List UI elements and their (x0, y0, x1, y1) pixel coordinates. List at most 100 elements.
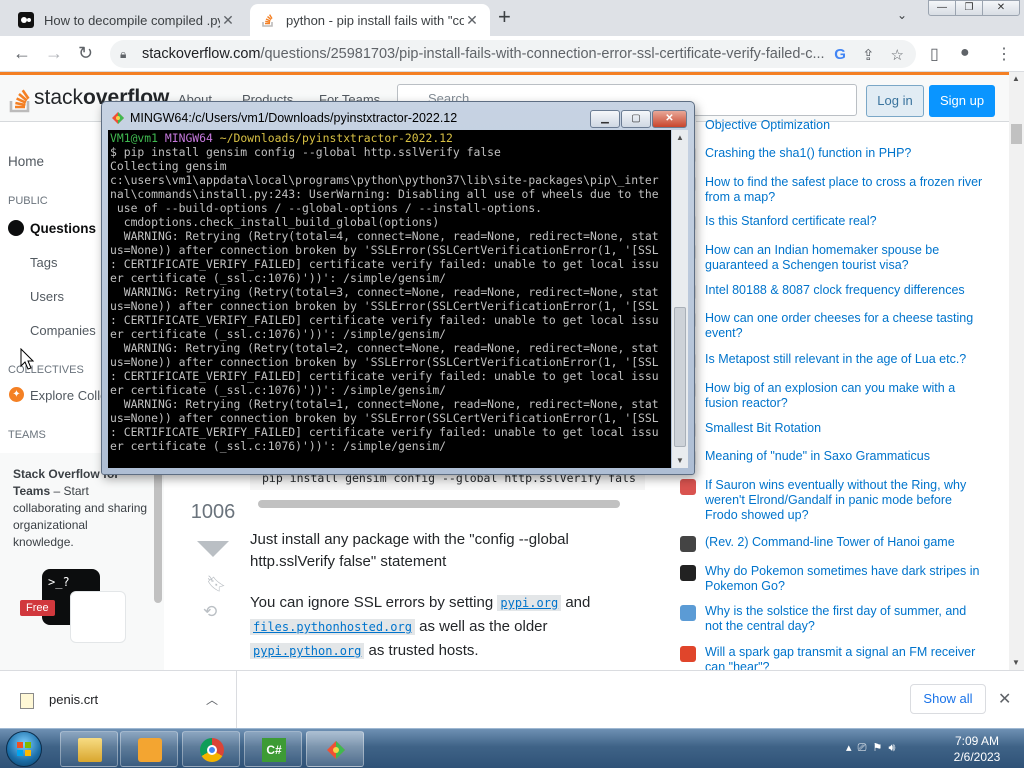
hot-question-item[interactable]: How to find the safest place to cross a … (680, 175, 1000, 209)
hot-question-link[interactable]: How can one order cheeses for a cheese t… (705, 311, 985, 341)
taskbar-git-bash[interactable] (306, 731, 364, 767)
scroll-up-arrow-icon[interactable]: ▲ (676, 133, 684, 142)
window-maximize-button[interactable]: ❐ (955, 0, 983, 16)
share-icon[interactable]: ⇪ (862, 46, 875, 64)
hot-question-link[interactable]: Crashing the sha1() function in PHP? (705, 146, 985, 161)
close-downloads-icon[interactable]: ✕ (998, 689, 1011, 709)
sidebar-item-questions[interactable]: Questions (30, 221, 96, 236)
taskbar-media-player[interactable] (120, 731, 178, 767)
tray-icons[interactable]: ▴ ⎚ ⚑ 🔊︎ (846, 741, 895, 755)
tab-close-icon[interactable]: ✕ (220, 12, 236, 29)
hot-question-link[interactable]: Is Metapost still relevant in the age of… (705, 352, 985, 367)
hot-question-link[interactable]: (Rev. 2) Command-line Tower of Hanoi gam… (705, 535, 985, 550)
hot-question-item[interactable]: Will a spark gap transmit a signal an FM… (680, 645, 1000, 670)
downvote-button[interactable] (197, 541, 229, 557)
windows-taskbar: C# ▴ ⎚ ⚑ 🔊︎ 7:09 AM 2/6/2023 (0, 728, 1024, 768)
tab-close-icon[interactable]: ✕ (464, 12, 480, 29)
scroll-down-arrow-icon[interactable]: ▼ (1012, 658, 1020, 667)
login-button[interactable]: Log in (866, 85, 924, 117)
scroll-down-arrow-icon[interactable]: ▼ (676, 456, 684, 465)
back-button[interactable]: ← (13, 43, 31, 64)
mouse-cursor-icon (20, 348, 34, 370)
tab-favicon-icon (18, 12, 34, 28)
history-icon[interactable]: ⟲ (203, 602, 217, 622)
sidebar-item-explore-collectives[interactable]: Explore Colle (30, 388, 107, 403)
window-minimize-button[interactable]: — (928, 0, 956, 16)
taskbar-csharp-app[interactable]: C# (244, 731, 302, 767)
scrollbar-thumb[interactable] (1011, 124, 1022, 144)
sidebar-item-companies[interactable]: Companies (30, 323, 96, 338)
taskbar-chrome[interactable] (182, 731, 240, 767)
hot-network-questions: Objective Optimization Crashing the sha1(… (680, 118, 1000, 670)
side-panel-icon[interactable]: ▯ (930, 44, 939, 64)
site-icon (680, 646, 696, 662)
hot-question-link[interactable]: Intel 80188 & 8087 clock frequency diffe… (705, 283, 985, 298)
free-badge: Free (20, 600, 55, 616)
hot-question-link[interactable]: How to find the safest place to cross a … (705, 175, 985, 205)
hot-question-item[interactable]: Is this Stanford certificate real? (680, 214, 1000, 233)
system-clock[interactable]: 7:09 AM 2/6/2023 (940, 733, 1014, 765)
new-tab-button[interactable]: + (498, 6, 511, 28)
terminal-maximize-button[interactable]: ▢ (621, 110, 651, 128)
hot-question-link[interactable]: How can an Indian homemaker spouse be gu… (705, 243, 985, 273)
hot-question-item[interactable]: How can an Indian homemaker spouse be gu… (680, 243, 1000, 277)
terminal-scrollbar[interactable]: ▲ ▼ (672, 130, 688, 468)
mingw64-terminal-window[interactable]: MINGW64:/c/Users/vm1/Downloads/pyinstxtr… (101, 101, 695, 475)
hot-question-link[interactable]: Why is the solstice the first day of sum… (705, 604, 985, 634)
hot-question-item[interactable]: Crashing the sha1() function in PHP? (680, 146, 1000, 165)
sidebar-item-home[interactable]: Home (8, 154, 44, 169)
hot-question-item[interactable]: Is Metapost still relevant in the age of… (680, 352, 1000, 371)
chevron-up-icon[interactable]: ︿ (206, 691, 218, 708)
address-bar[interactable]: 🔒︎ stackoverflow.com /questions/25981703… (110, 40, 916, 68)
hot-question-item[interactable]: (Rev. 2) Command-line Tower of Hanoi gam… (680, 535, 1000, 554)
tab-pip-install[interactable]: python - pip install fails with "co ✕ (250, 4, 490, 36)
left-sidebar-scrollbar[interactable] (154, 453, 162, 603)
hot-question-link[interactable]: Why do Pokemon sometimes have dark strip… (705, 564, 985, 594)
hot-question-item[interactable]: Intel 80188 & 8087 clock frequency diffe… (680, 283, 1000, 302)
code-files-pythonhosted[interactable]: files.pythonhosted.org (250, 619, 415, 635)
terminal-output-area[interactable]: VM1@vm1 MINGW64 ~/Downloads/pyinstxtract… (108, 130, 671, 468)
hot-question-item[interactable]: Meaning of "nude" in Saxo Grammaticus (680, 449, 1000, 468)
tab-search-chevron-icon[interactable]: ⌄ (897, 8, 907, 22)
window-close-button[interactable]: ✕ (982, 0, 1020, 16)
hot-question-item[interactable]: Smallest Bit Rotation (680, 421, 1000, 440)
forward-button[interactable]: → (45, 43, 63, 64)
download-item[interactable]: penis.crt ︿ (0, 671, 237, 729)
hot-question-item[interactable]: Why do Pokemon sometimes have dark strip… (680, 564, 1000, 598)
show-all-button[interactable]: Show all (910, 684, 986, 714)
browser-menu-icon[interactable]: ⋮ (996, 44, 1012, 64)
terminal-scrollbar-thumb[interactable] (674, 307, 686, 447)
signup-button[interactable]: Sign up (929, 85, 995, 117)
reload-button[interactable]: ↻ (78, 43, 93, 64)
page-scrollbar[interactable]: ▲ ▼ (1009, 72, 1024, 670)
google-translate-icon[interactable]: G (834, 46, 846, 64)
tab-decompile[interactable]: How to decompile compiled .pyc ✕ (8, 4, 246, 36)
code-horizontal-scrollbar[interactable] (258, 500, 620, 508)
code-pypi-org[interactable]: pypi.org (497, 595, 562, 611)
start-button[interactable] (6, 731, 42, 767)
hot-question-link[interactable]: Is this Stanford certificate real? (705, 214, 985, 229)
bookmark-icon[interactable]: 🔖︎ (206, 574, 226, 594)
taskbar-explorer[interactable] (60, 731, 118, 767)
hot-question-item[interactable]: How can one order cheeses for a cheese t… (680, 311, 1000, 345)
hot-question-link[interactable]: How big of an explosion can you make wit… (705, 381, 985, 411)
bookmark-star-icon[interactable]: ☆ (891, 46, 904, 64)
lock-icon[interactable]: 🔒︎ (120, 47, 132, 62)
hot-question-link[interactable]: Will a spark gap transmit a signal an FM… (705, 645, 985, 670)
sidebar-item-users[interactable]: Users (30, 289, 64, 304)
terminal-minimize-button[interactable]: ▁ (590, 110, 620, 128)
terminal-close-button[interactable]: ✕ (652, 110, 687, 128)
scroll-up-arrow-icon[interactable]: ▲ (1012, 74, 1020, 83)
hot-question-link[interactable]: Meaning of "nude" in Saxo Grammaticus (705, 449, 985, 464)
hot-question-item[interactable]: Why is the solstice the first day of sum… (680, 604, 1000, 638)
hot-question-link[interactable]: If Sauron wins eventually without the Ri… (705, 478, 985, 523)
sidebar-heading-public: PUBLIC (8, 195, 48, 207)
code-pypi-python-org[interactable]: pypi.python.org (250, 643, 365, 659)
hot-question-item[interactable]: How big of an explosion can you make wit… (680, 381, 1000, 415)
sidebar-item-tags[interactable]: Tags (30, 255, 57, 270)
hot-question-link[interactable]: Objective Optimization (705, 118, 985, 133)
hot-question-item[interactable]: If Sauron wins eventually without the Ri… (680, 478, 1000, 527)
profile-avatar-icon[interactable]: ● (960, 44, 970, 62)
hot-question-item[interactable]: Objective Optimization (680, 118, 1000, 137)
hot-question-link[interactable]: Smallest Bit Rotation (705, 421, 985, 436)
